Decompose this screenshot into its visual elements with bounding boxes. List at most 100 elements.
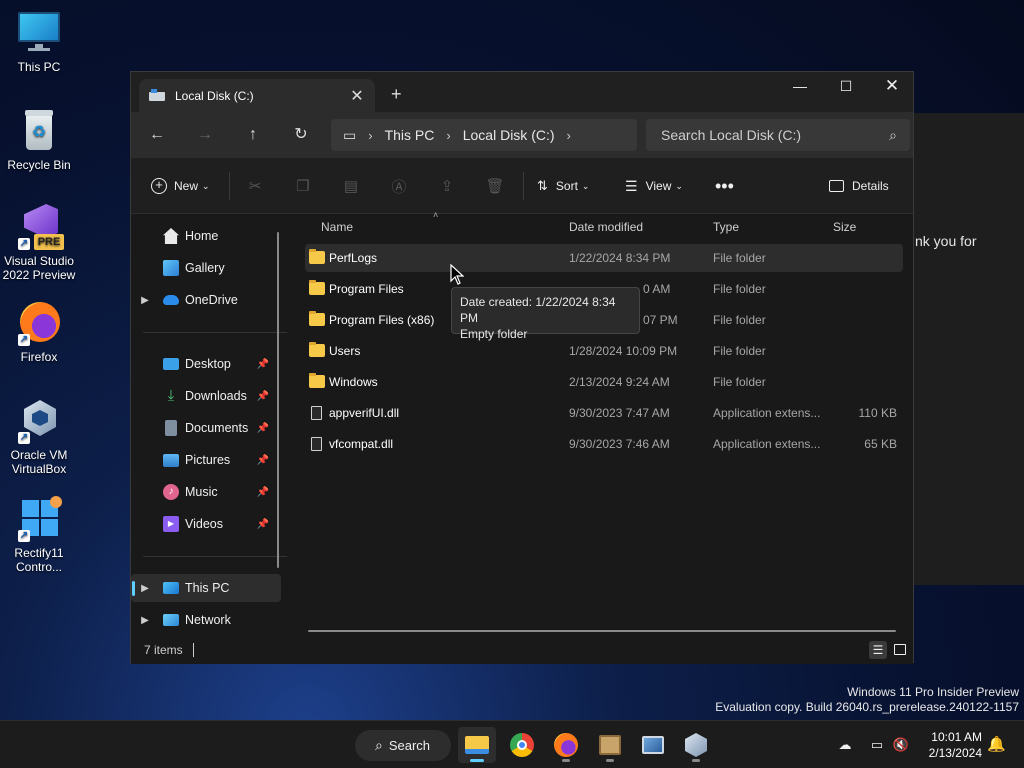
column-header-date[interactable]: Date modified xyxy=(569,214,643,240)
notification-bell-icon[interactable]: 🔔 xyxy=(987,736,1006,754)
horizontal-scrollbar[interactable] xyxy=(308,630,896,632)
desktop-icon-firefox[interactable]: ↗ Firefox xyxy=(2,300,76,364)
volume-muted-icon[interactable]: 🔇 xyxy=(892,736,910,754)
forward-button[interactable]: → xyxy=(191,122,219,148)
minimize-button[interactable]: — xyxy=(777,72,823,102)
tiles-view-button[interactable] xyxy=(891,641,909,659)
column-header-type[interactable]: Type xyxy=(713,214,739,240)
refresh-button[interactable]: ↻ xyxy=(287,122,315,148)
pin-icon[interactable]: 📌 xyxy=(257,455,269,466)
nav-home[interactable]: Home xyxy=(131,222,281,250)
up-button[interactable]: ↑ xyxy=(239,122,267,148)
nav-pictures-label: Pictures xyxy=(185,453,231,467)
close-window-button[interactable]: ✕ xyxy=(869,72,915,102)
pin-icon[interactable]: 📌 xyxy=(257,487,269,498)
file-name: Windows xyxy=(329,375,378,389)
taskbar-package-app[interactable] xyxy=(591,727,629,763)
command-bar: + New ⌄ ✂ ❐ ▤ Ⓐ ⇪ 🗑 ⇅ Sort ⌄ ☰ View ⌄ ••… xyxy=(131,158,913,214)
taskbar-file-explorer[interactable] xyxy=(458,727,496,763)
view-button[interactable]: ☰ View ⌄ xyxy=(625,174,683,198)
desktop-icon-label: Rectify11 Contro... xyxy=(14,546,64,574)
background-window[interactable]: nk you for xyxy=(910,113,1024,585)
file-type: File folder xyxy=(713,282,766,296)
desktop-icon-this-pc[interactable]: This PC xyxy=(2,10,76,74)
system-clock[interactable]: 10:01 AM 2/13/2024 xyxy=(929,729,982,761)
breadcrumb-this-pc[interactable]: This PC xyxy=(385,127,435,143)
more-options-button[interactable]: ••• xyxy=(715,174,734,198)
nav-this-pc-label: This PC xyxy=(185,581,230,595)
virtualbox-icon xyxy=(685,733,707,757)
file-row-windows[interactable]: Windows 2/13/2024 9:24 AM File folder xyxy=(305,368,903,396)
copy-button[interactable]: ❐ xyxy=(293,174,313,198)
details-pane-button[interactable]: Details xyxy=(829,174,889,198)
file-row-perflogs[interactable]: PerfLogs 1/22/2024 8:34 PM File folder xyxy=(305,244,903,272)
nav-network[interactable]: ▶ Network xyxy=(131,606,281,634)
nav-this-pc[interactable]: ▶ This PC xyxy=(131,574,281,602)
nav-downloads[interactable]: ⤓ Downloads 📌 xyxy=(131,382,281,410)
rename-button[interactable]: Ⓐ xyxy=(389,174,409,198)
folder-icon xyxy=(309,249,325,264)
nav-documents[interactable]: Documents 📌 xyxy=(131,414,281,442)
desktop-icon-visual-studio[interactable]: PRE ↗ Visual Studio 2022 Preview xyxy=(2,204,76,282)
taskbar-virtualbox[interactable] xyxy=(677,727,715,763)
nav-videos[interactable]: ▶ Videos 📌 xyxy=(131,510,281,538)
title-bar[interactable]: Local Disk (C:) ✕ + — ☐ ✕ xyxy=(131,72,913,112)
desktop-icon-virtualbox[interactable]: ↗ Oracle VM VirtualBox xyxy=(2,398,76,476)
chevron-right-icon[interactable]: ▶ xyxy=(131,295,159,306)
music-icon: ♪ xyxy=(163,484,179,500)
tab-close-icon[interactable]: ✕ xyxy=(347,86,367,106)
file-row-appverifui[interactable]: appverifUI.dll 9/30/2023 7:47 AM Applica… xyxy=(305,399,903,427)
maximize-button[interactable]: ☐ xyxy=(823,72,869,102)
nav-pictures[interactable]: Pictures 📌 xyxy=(131,446,281,474)
nav-desktop[interactable]: Desktop 📌 xyxy=(131,350,281,378)
tab-local-disk[interactable]: Local Disk (C:) ✕ xyxy=(139,79,375,112)
taskbar-chrome[interactable] xyxy=(503,727,541,763)
file-explorer-window[interactable]: Local Disk (C:) ✕ + — ☐ ✕ ← → ↑ ↻ ▭ › Th… xyxy=(130,71,914,664)
nav-scrollbar[interactable] xyxy=(277,232,279,568)
watermark-build: Evaluation copy. Build 26040.rs_prerelea… xyxy=(715,700,1019,714)
chevron-right-icon[interactable]: › xyxy=(567,128,571,143)
details-view-button[interactable]: ☰ xyxy=(869,641,887,659)
new-tab-icon[interactable]: + xyxy=(391,84,402,105)
chevron-right-icon[interactable]: ▶ xyxy=(131,615,159,626)
network-icon xyxy=(163,614,179,626)
nav-gallery[interactable]: Gallery xyxy=(131,254,281,282)
paste-button[interactable]: ▤ xyxy=(341,174,361,198)
delete-button[interactable]: 🗑 xyxy=(485,174,505,198)
onedrive-offline-icon[interactable]: ☁ xyxy=(836,736,854,754)
taskbar-firefox[interactable] xyxy=(547,727,585,763)
pin-icon[interactable]: 📌 xyxy=(257,391,269,402)
pin-icon[interactable]: 📌 xyxy=(257,423,269,434)
nav-onedrive[interactable]: ▶ OneDrive xyxy=(131,286,281,314)
package-icon xyxy=(599,735,621,755)
column-header-size[interactable]: Size xyxy=(833,214,856,240)
file-tooltip: Date created: 1/22/2024 8:34 PM Empty fo… xyxy=(451,287,640,341)
pin-icon[interactable]: 📌 xyxy=(257,359,269,370)
folder-icon xyxy=(309,280,325,295)
new-button[interactable]: + New ⌄ xyxy=(151,174,210,198)
network-icon[interactable]: ▭ xyxy=(868,736,886,754)
column-header-name[interactable]: Name xyxy=(321,214,353,240)
chevron-right-icon[interactable]: › xyxy=(446,128,450,143)
desktop-folder-icon xyxy=(163,358,179,370)
cut-button[interactable]: ✂ xyxy=(245,174,265,198)
desktop-icon-rectify11[interactable]: ↗ Rectify11 Contro... xyxy=(2,496,76,574)
pin-icon[interactable]: 📌 xyxy=(257,519,269,530)
sort-button[interactable]: ⇅ Sort ⌄ xyxy=(537,174,589,198)
shortcut-arrow-icon: ↗ xyxy=(18,238,30,250)
file-name: appverifUI.dll xyxy=(329,406,400,420)
share-button[interactable]: ⇪ xyxy=(437,174,457,198)
breadcrumb-local-disk[interactable]: Local Disk (C:) xyxy=(463,127,555,143)
chevron-right-icon[interactable]: › xyxy=(368,128,372,143)
breadcrumb[interactable]: ▭ › This PC › Local Disk (C:) › xyxy=(331,119,637,151)
taskbar-remote-app[interactable] xyxy=(634,727,672,763)
nav-music[interactable]: ♪ Music 📌 xyxy=(131,478,281,506)
search-input[interactable]: Search Local Disk (C:) ⌕ xyxy=(646,119,910,151)
file-row-vfcompat[interactable]: vfcompat.dll 9/30/2023 7:46 AM Applicati… xyxy=(305,430,903,458)
chevron-right-icon[interactable]: ▶ xyxy=(131,583,159,594)
back-button[interactable]: ← xyxy=(143,122,171,148)
desktop-icon-recycle-bin[interactable]: ♻ Recycle Bin xyxy=(2,108,76,172)
folder-icon xyxy=(309,342,325,357)
status-bar: 7 items ☰ xyxy=(131,636,913,664)
taskbar-search-button[interactable]: ⌕ Search xyxy=(355,730,451,761)
